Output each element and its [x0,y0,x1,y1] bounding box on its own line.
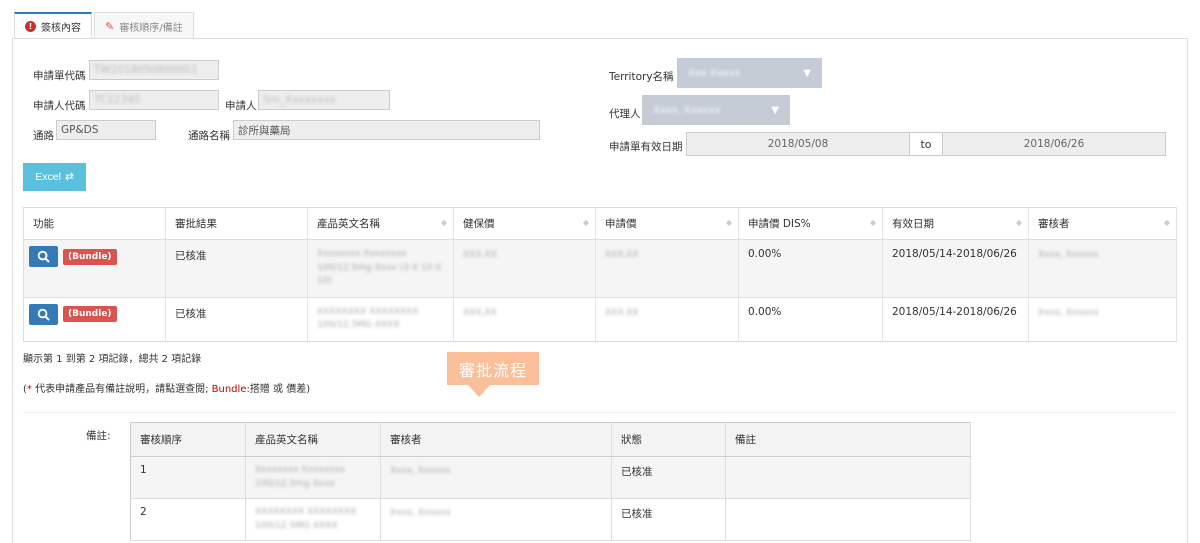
col-header: 審核順序 [130,422,246,457]
col-header[interactable]: 有效日期 ◆ [882,207,1029,240]
approval-flow-tooltip: 審批流程 [447,352,539,385]
col-header[interactable]: 產品英文名稱 ◆ [307,207,454,240]
agent-label: 代理人 [609,108,641,120]
remark-cell [725,498,971,541]
channel-name-field[interactable]: 診所與藥局 [233,120,540,140]
to-addon: to [909,132,943,156]
applicant-field[interactable]: Sm_Xxxxxxxx [258,90,390,110]
col-header[interactable]: 審核者 ◆ [1028,207,1177,240]
bundle-badge[interactable]: (Bundle) [63,248,117,265]
reviewer-cell: Xxxx, Xxxxxx [1028,297,1177,342]
result-cell: 已核准 [165,297,308,342]
tooltip-arrow [468,385,490,397]
channel-label: 通路 [33,130,54,142]
edit-icon: ✎ [105,19,115,33]
reviewer-cell: Xxxx, Xxxxxx [1028,239,1177,298]
table-row: 1 Xxxxxxxx Xxxxxxxx 100/12.5mg Xxxx Xxxx… [130,456,971,499]
approval-items-table: 功能 審批結果 產品英文名稱 ◆ 健保價 ◆ 申請價 ◆ 申請價 DIS% ◆ 有效日期… [23,207,1177,342]
tab-bar: ! 簽核內容 ✎ 審核順序/備註 [14,12,196,39]
agent-select[interactable]: Xxxx, Xxxxxx ▼ [642,95,790,125]
dis-cell: 0.00% [738,239,883,298]
sort-icon: ◆ [582,218,589,227]
valid-to-field[interactable]: 2018/06/26 [942,132,1166,156]
order-cell: 2 [130,498,246,541]
approval-flow-table: 審核順序 產品英文名稱 審核者 狀態 備註 1 Xxxxxxxx Xxxxxxx… [130,422,971,541]
table-row: 2 XXXXXXXX XXXXXXXX 100/12.5MG XXXX Xxxx… [130,498,971,541]
applicant-code-label: 申請人代碼 [33,100,86,112]
exchange-icon: ⇄ [64,171,74,183]
product-cell: XXXXXXXX XXXXXXXX 100/12.5MG XXXX [245,498,381,541]
col-header: 產品英文名稱 [245,422,381,457]
tab-approval-order[interactable]: ✎ 審核順序/備註 [94,12,194,39]
territory-label: Territory名稱 [609,71,674,83]
filter-icon: ▼ [771,104,779,116]
col-header[interactable]: 健保價 ◆ [453,207,596,240]
tab-approval-content[interactable]: ! 簽核內容 [14,12,92,39]
sort-icon: ◆ [1163,218,1170,227]
table-row: (Bundle) 已核准 XXXXXXXX XXXXXXXX 100/12.5M… [23,297,1177,342]
product-cell: Xxxxxxxx Xxxxxxxx 100/12.5mg Xxxx (3 X 1… [307,239,454,298]
apply-price-cell: XXX.XX [595,297,739,342]
search-icon [37,308,50,321]
legend-note: (* 代表申請產品有備註說明，請點選查閱; Bundle:搭贈 或 價差) [23,384,311,395]
channel-field[interactable]: GP&DS [56,120,156,140]
filter-icon: ▼ [803,67,811,79]
col-header[interactable]: 申請價 DIS% ◆ [738,207,883,240]
remark-label: 備註: [86,430,111,442]
order-cell: 1 [130,456,246,499]
status-cell: 已核准 [611,498,726,541]
territory-select[interactable]: Xxx Xxxxx ▼ [677,58,822,88]
dis-cell: 0.00% [738,297,883,342]
product-cell: XXXXXXXX XXXXXXXX 100/12.5MG XXXX [307,297,454,342]
sort-icon: ◆ [440,218,447,227]
applicant-code-field[interactable]: TC12345 [89,90,219,110]
applicant-label: 申請人 [225,100,257,112]
valid-period-label: 申請單有效日期 [609,141,683,153]
search-icon [37,250,50,263]
view-detail-button[interactable] [29,246,58,267]
table-summary: 顯示第 1 到第 2 項記錄，總共 2 項記錄 [23,354,202,365]
col-header[interactable]: 申請價 ◆ [595,207,739,240]
table-row: (Bundle) 已核准 Xxxxxxxx Xxxxxxxx 100/12.5m… [23,239,1177,298]
excel-export-button[interactable]: Excel ⇄ [23,163,86,191]
app-no-label: 申請單代碼 [33,70,86,82]
col-header: 審核者 [380,422,612,457]
status-cell: 已核准 [611,456,726,499]
tab-label: 簽核內容 [41,23,81,34]
col-header: 功能 [23,207,166,240]
period-cell: 2018/05/14-2018/06/26 [882,239,1029,298]
view-detail-button[interactable] [29,303,58,325]
nhi-price-cell: XXX.XX [453,239,596,298]
product-cell: Xxxxxxxx Xxxxxxxx 100/12.5mg Xxxx [245,456,381,499]
valid-from-field[interactable]: 2018/05/08 [686,132,910,156]
app-no-field[interactable]: TW2018050800001 [89,60,219,80]
col-header: 備註 [725,422,971,457]
remark-cell [725,456,971,499]
sort-icon: ◆ [1015,218,1022,227]
nhi-price-cell: XXX.XX [453,297,596,342]
period-cell: 2018/05/14-2018/06/26 [882,297,1029,342]
result-cell: 已核准 [165,239,308,298]
info-circle-icon: ! [25,21,36,32]
reviewer-cell: Xxxx, Xxxxxx [380,456,612,499]
table-header-row: 功能 審批結果 產品英文名稱 ◆ 健保價 ◆ 申請價 ◆ 申請價 DIS% ◆ 有效日期… [23,207,1177,240]
sort-icon: ◆ [725,218,732,227]
col-header[interactable]: 審批結果 [165,207,308,240]
reviewer-cell: Xxxx, Xxxxxx [380,498,612,541]
apply-price-cell: XXX.XX [595,239,739,298]
channel-name-label: 通路名稱 [188,130,230,142]
col-header: 狀態 [611,422,726,457]
table-header-row: 審核順序 產品英文名稱 審核者 狀態 備註 [130,422,971,457]
bundle-badge[interactable]: (Bundle) [63,306,117,322]
tab-label: 審核順序/備註 [119,22,183,34]
sort-icon: ◆ [869,218,876,227]
divider [23,412,1176,413]
